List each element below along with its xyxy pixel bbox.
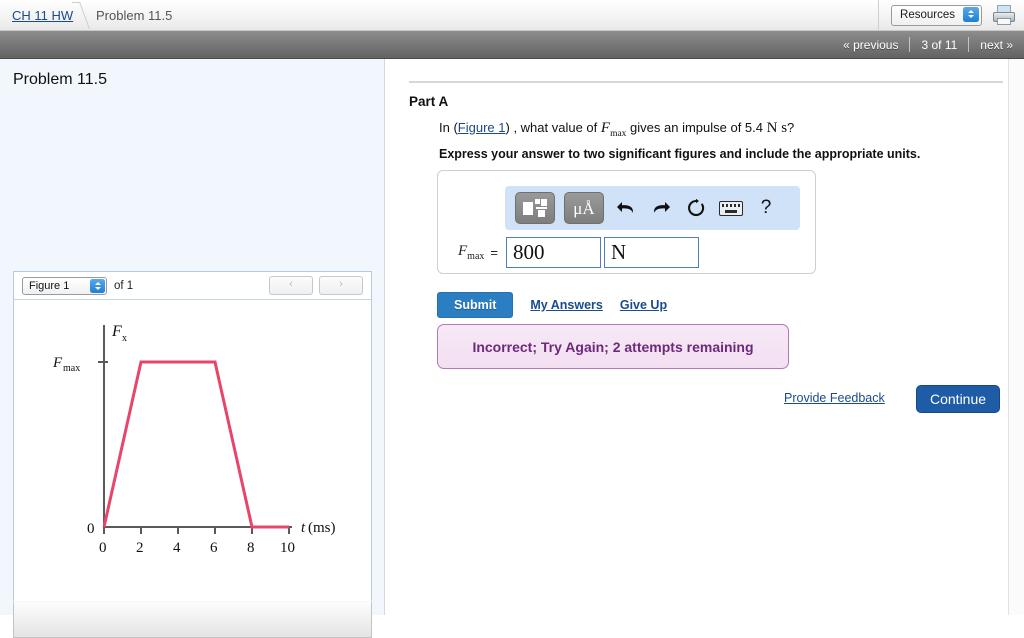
svg-text:F: F (52, 355, 63, 371)
question-units: N s (766, 120, 788, 136)
svg-text:10: 10 (280, 540, 295, 556)
breadcrumb-course-link[interactable]: CH 11 HW (12, 8, 73, 23)
feedback-message: Incorrect; Try Again; 2 attempts remaini… (472, 338, 754, 355)
previous-button[interactable]: « previous (832, 38, 909, 52)
action-button-row: Submit My Answers Give Up (437, 292, 667, 318)
my-answers-link[interactable]: My Answers (530, 298, 602, 312)
provide-feedback-link[interactable]: Provide Feedback (784, 391, 885, 405)
resources-dropdown[interactable]: Resources (891, 4, 982, 26)
scrollbar-track[interactable] (1008, 59, 1024, 615)
svg-text:(ms): (ms) (308, 520, 336, 536)
svg-text:0: 0 (99, 540, 107, 556)
top-breadcrumb-bar: CH 11 HW Problem 11.5 Resources (0, 0, 1024, 31)
figure-select-value: Figure 1 (29, 279, 70, 292)
figure-select[interactable]: Figure 1 (22, 276, 107, 295)
continue-button[interactable]: Continue (916, 385, 1001, 413)
math-template-icon[interactable] (515, 192, 555, 224)
math-toolbar: μÅ ? (505, 186, 800, 230)
printer-icon[interactable] (992, 5, 1015, 25)
question-tail: gives an impulse of 5.4 (626, 120, 767, 135)
answer-input-row: Fmax = (458, 237, 699, 268)
equals-sign: = (490, 245, 498, 260)
figure-1-link[interactable]: Figure 1 (458, 120, 506, 135)
question-end: ? (787, 120, 795, 135)
next-button[interactable]: next » (969, 38, 1024, 52)
question-prefix: In ( (439, 120, 458, 135)
force-time-chart: F x F max 0 0 2 4 6 8 10 t (ms) (52, 323, 336, 556)
topbar-controls: Resources (878, 0, 1024, 30)
reset-circle-icon[interactable] (683, 195, 709, 221)
left-panel: Problem 11.5 Figure 1 of 1 ‹ › F x F max… (0, 59, 385, 638)
figure-footer-bar (13, 602, 372, 638)
svg-text:6: 6 (210, 540, 218, 556)
svg-text:max: max (63, 363, 80, 374)
page-root: CH 11 HW Problem 11.5 Resources « previo… (0, 0, 1024, 638)
question-variable: Fmax (600, 120, 627, 139)
answer-value-input[interactable] (505, 237, 601, 268)
figure-next-button[interactable]: › (319, 276, 363, 295)
question-mid: ) , what value of (505, 120, 601, 135)
figure-panel: Figure 1 of 1 ‹ › F x F max 0 0 2 4 6 8 … (13, 271, 372, 601)
feedback-banner: Incorrect; Try Again; 2 attempts remaini… (437, 324, 789, 369)
main-content: Part A In (Figure 1) , what value of Fma… (386, 59, 1024, 615)
breadcrumb-separator (72, 0, 98, 30)
content-divider (409, 81, 1003, 83)
svg-text:t: t (301, 520, 306, 536)
chevron-updown-icon (963, 6, 979, 22)
submit-button[interactable]: Submit (437, 292, 514, 318)
units-icon[interactable]: μÅ (564, 192, 604, 224)
svg-text:8: 8 (247, 540, 255, 556)
answer-instruction: Express your answer to two significant f… (439, 147, 921, 161)
page-indicator: 3 of 11 (921, 37, 958, 52)
resources-label: Resources (900, 9, 955, 21)
page-title: Problem 11.5 (13, 71, 107, 88)
help-icon[interactable]: ? (753, 195, 779, 221)
figure-toolbar: Figure 1 of 1 ‹ › (14, 272, 371, 300)
pagination-bar: « previous 3 of 11 next » (0, 31, 1024, 59)
svg-text:F: F (111, 323, 122, 340)
part-heading: Part A (409, 94, 449, 109)
answer-unit-input[interactable] (603, 237, 699, 268)
answer-variable-label: Fmax (458, 243, 485, 262)
answer-entry-box: μÅ ? Fmax = 800 N (437, 170, 816, 274)
svg-text:2: 2 (136, 540, 144, 556)
chevron-updown-icon (90, 278, 105, 293)
redo-arrow-icon[interactable] (648, 195, 674, 221)
figure-image: F x F max 0 0 2 4 6 8 10 t (ms) (14, 300, 371, 601)
figure-count-label: of 1 (114, 279, 134, 292)
figure-prev-button[interactable]: ‹ (269, 276, 313, 295)
svg-text:4: 4 (173, 540, 181, 556)
figure-nav-buttons: ‹ › (269, 276, 363, 295)
question-text: In (Figure 1) , what value of Fmax gives… (439, 120, 794, 139)
svg-text:0: 0 (87, 521, 95, 537)
svg-text:x: x (122, 333, 127, 344)
give-up-link[interactable]: Give Up (620, 298, 667, 312)
undo-arrow-icon[interactable] (613, 195, 639, 221)
breadcrumb-current: Problem 11.5 (96, 8, 173, 23)
keyboard-icon[interactable] (718, 195, 744, 221)
